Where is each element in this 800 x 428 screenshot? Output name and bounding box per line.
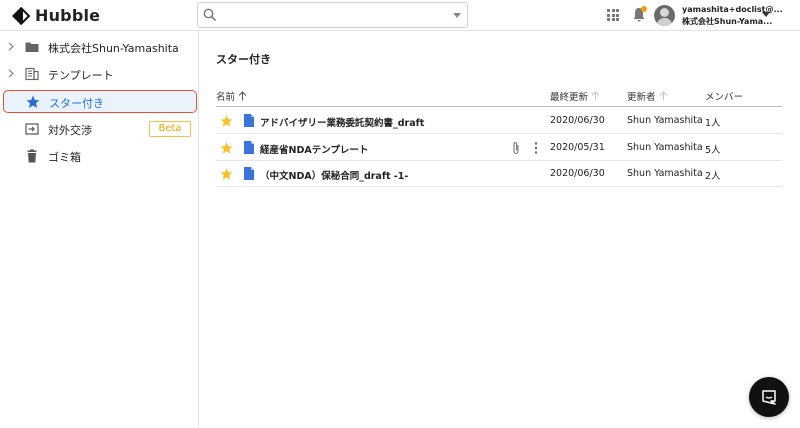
sidebar-item-trash[interactable]: ゴミ箱 <box>0 144 198 168</box>
table-row[interactable]: アドバイザリー業務委託契約書_draft 2020/06/30 Shun Yam… <box>216 108 782 134</box>
sidebar-item-label: 株式会社Shun-Yamashita <box>48 42 179 55</box>
top-header: Hubble yamashita+doclist@... 株式会社Shun-Ya… <box>0 0 800 31</box>
external-negotiation-icon <box>25 123 39 135</box>
chat-icon <box>762 390 776 405</box>
search-dropdown-icon[interactable] <box>453 13 461 18</box>
document-name[interactable]: アドバイザリー業務委託契約書_draft <box>260 115 424 129</box>
sidebar-item-label: 対外交渉 <box>48 124 92 137</box>
member-count: 2人 <box>705 171 721 182</box>
column-header-members: メンバー <box>705 92 744 103</box>
chevron-right-icon[interactable] <box>8 69 14 78</box>
star-icon <box>26 95 40 108</box>
search-input[interactable] <box>222 6 442 24</box>
account-company: 株式会社Shun-Yama... <box>682 17 773 26</box>
last-updated: 2020/06/30 <box>550 115 605 126</box>
sidebar-item-label: ゴミ箱 <box>48 151 81 164</box>
chat-support-button[interactable] <box>749 377 789 417</box>
more-options-icon[interactable] <box>534 142 538 154</box>
updater-name: Shun Yamashita <box>627 142 703 153</box>
search-icon <box>203 8 217 22</box>
document-icon <box>244 114 254 127</box>
star-icon[interactable] <box>220 115 233 127</box>
table-row[interactable]: （中文NDA）保秘合同_draft -1- 2020/06/30 Shun Ya… <box>216 161 782 187</box>
template-icon <box>25 67 39 81</box>
table-header: 名前 最終更新 更新者 メンバー <box>216 87 782 107</box>
last-updated: 2020/06/30 <box>550 168 605 179</box>
table-row[interactable]: 経産省NDAテンプレート 2020/05/31 Shun Yamashita 5… <box>216 135 782 161</box>
hubble-logo-icon <box>12 6 31 25</box>
document-icon <box>244 167 254 180</box>
main-content: スター付き 名前 最終更新 更新者 メンバー アドバイザリー業務委託契約書_dr… <box>200 31 800 428</box>
folder-icon <box>25 42 39 52</box>
page-title: スター付き <box>216 53 271 66</box>
brand-name: Hubble <box>35 6 101 25</box>
search-bar[interactable] <box>197 2 468 28</box>
member-count: 5人 <box>705 145 721 156</box>
sidebar-item-company[interactable]: 株式会社Shun-Yamashita <box>0 35 198 59</box>
sidebar-item-starred[interactable]: スター付き <box>3 90 197 113</box>
document-name[interactable]: （中文NDA）保秘合同_draft -1- <box>260 168 408 182</box>
chevron-right-icon[interactable] <box>8 42 14 51</box>
sidebar-item-external-negotiation[interactable]: 対外交渉 Beta <box>0 117 198 141</box>
sidebar-item-label: スター付き <box>49 97 104 110</box>
sort-arrow-icon[interactable] <box>659 91 668 101</box>
document-name[interactable]: 経産省NDAテンプレート <box>260 142 368 156</box>
hubble-logo[interactable]: Hubble <box>12 6 100 25</box>
sidebar-item-templates[interactable]: テンプレート <box>0 62 198 86</box>
column-header-updated[interactable]: 最終更新 <box>550 89 600 103</box>
sidebar: 株式会社Shun-Yamashita テンプレート スター付き 対外交渉 Bet… <box>0 31 199 428</box>
apps-grid-icon[interactable] <box>607 9 619 21</box>
star-icon[interactable] <box>220 142 233 154</box>
account-dropdown-icon[interactable] <box>762 12 770 17</box>
beta-badge: Beta <box>149 121 191 137</box>
attachment-icon[interactable] <box>512 141 520 155</box>
updater-name: Shun Yamashita <box>627 168 703 179</box>
column-header-name[interactable]: 名前 <box>216 89 247 103</box>
last-updated: 2020/05/31 <box>550 142 605 153</box>
notification-badge <box>641 6 647 12</box>
trash-icon <box>27 149 37 163</box>
star-icon[interactable] <box>220 168 233 180</box>
member-count: 1人 <box>705 118 721 129</box>
avatar[interactable] <box>654 5 675 26</box>
document-icon <box>244 141 254 154</box>
sort-arrow-icon[interactable] <box>238 91 247 101</box>
updater-name: Shun Yamashita <box>627 115 703 126</box>
column-header-updater[interactable]: 更新者 <box>627 89 668 103</box>
sort-arrow-icon[interactable] <box>591 91 600 101</box>
sidebar-item-label: テンプレート <box>48 69 114 82</box>
